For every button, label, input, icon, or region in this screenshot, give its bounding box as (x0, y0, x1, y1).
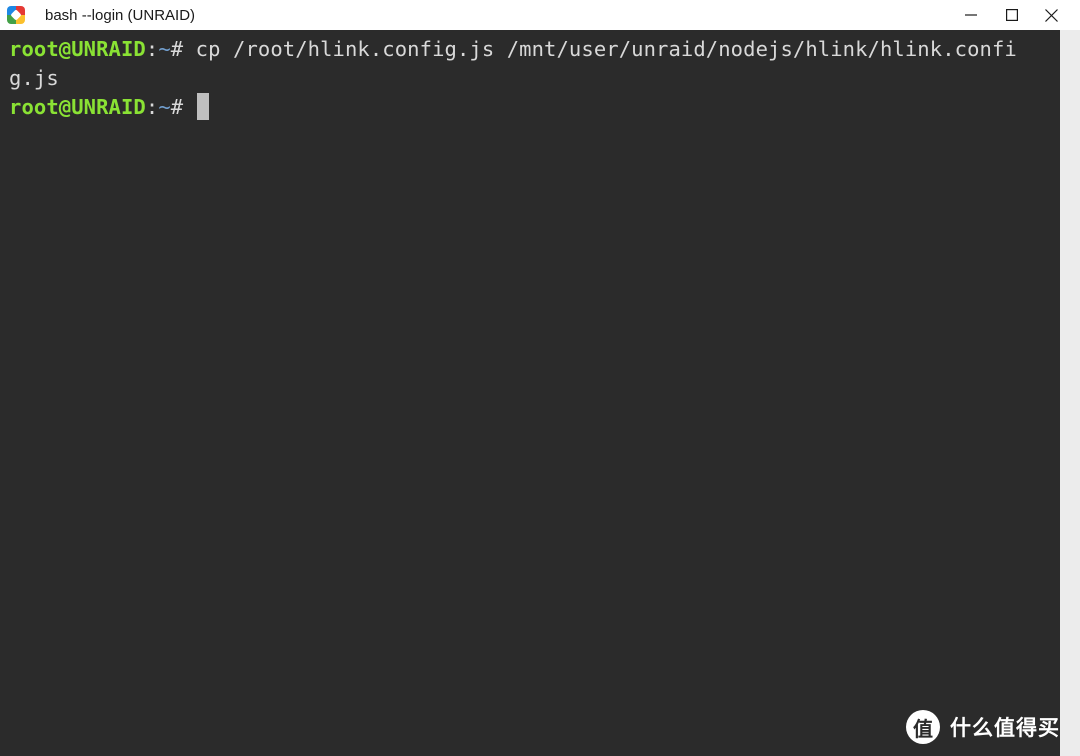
prompt-symbol: # (170, 95, 196, 119)
close-icon (1044, 8, 1058, 22)
watermark-logo-icon: 值 (906, 710, 940, 744)
app-icon[interactable] (7, 6, 25, 24)
prompt-separator: : (145, 95, 159, 119)
prompt-symbol: # (170, 37, 196, 61)
terminal-line: root@UNRAID:~# (9, 93, 209, 122)
wrapped-command-text: g.js (9, 66, 59, 90)
prompt-user: root@UNRAID (9, 95, 146, 119)
text-cursor (196, 93, 209, 120)
prompt-path: ~ (158, 95, 171, 119)
prompt-separator: : (145, 37, 159, 61)
terminal-line: g.js (9, 64, 59, 93)
minimize-icon (965, 14, 977, 16)
vertical-scrollbar[interactable] (1060, 30, 1080, 756)
close-button[interactable] (1031, 0, 1071, 30)
title-bar[interactable]: bash --login (UNRAID) (0, 0, 1080, 30)
watermark-text: 什么值得买 (950, 716, 1060, 740)
prompt-user: root@UNRAID (9, 37, 146, 61)
minimize-button[interactable] (951, 0, 991, 30)
terminal-line: root@UNRAID:~# cp /root/hlink.config.js … (9, 35, 1017, 64)
maximize-button[interactable] (992, 0, 1032, 30)
terminal-area[interactable]: root@UNRAID:~# cp /root/hlink.config.js … (0, 30, 1060, 756)
command-text: cp /root/hlink.config.js /mnt/user/unrai… (195, 37, 1017, 61)
watermark: 值 什么值得买 (906, 710, 1060, 744)
window-title: bash --login (UNRAID) (45, 6, 196, 24)
prompt-path: ~ (158, 37, 171, 61)
maximize-icon (1006, 9, 1018, 21)
